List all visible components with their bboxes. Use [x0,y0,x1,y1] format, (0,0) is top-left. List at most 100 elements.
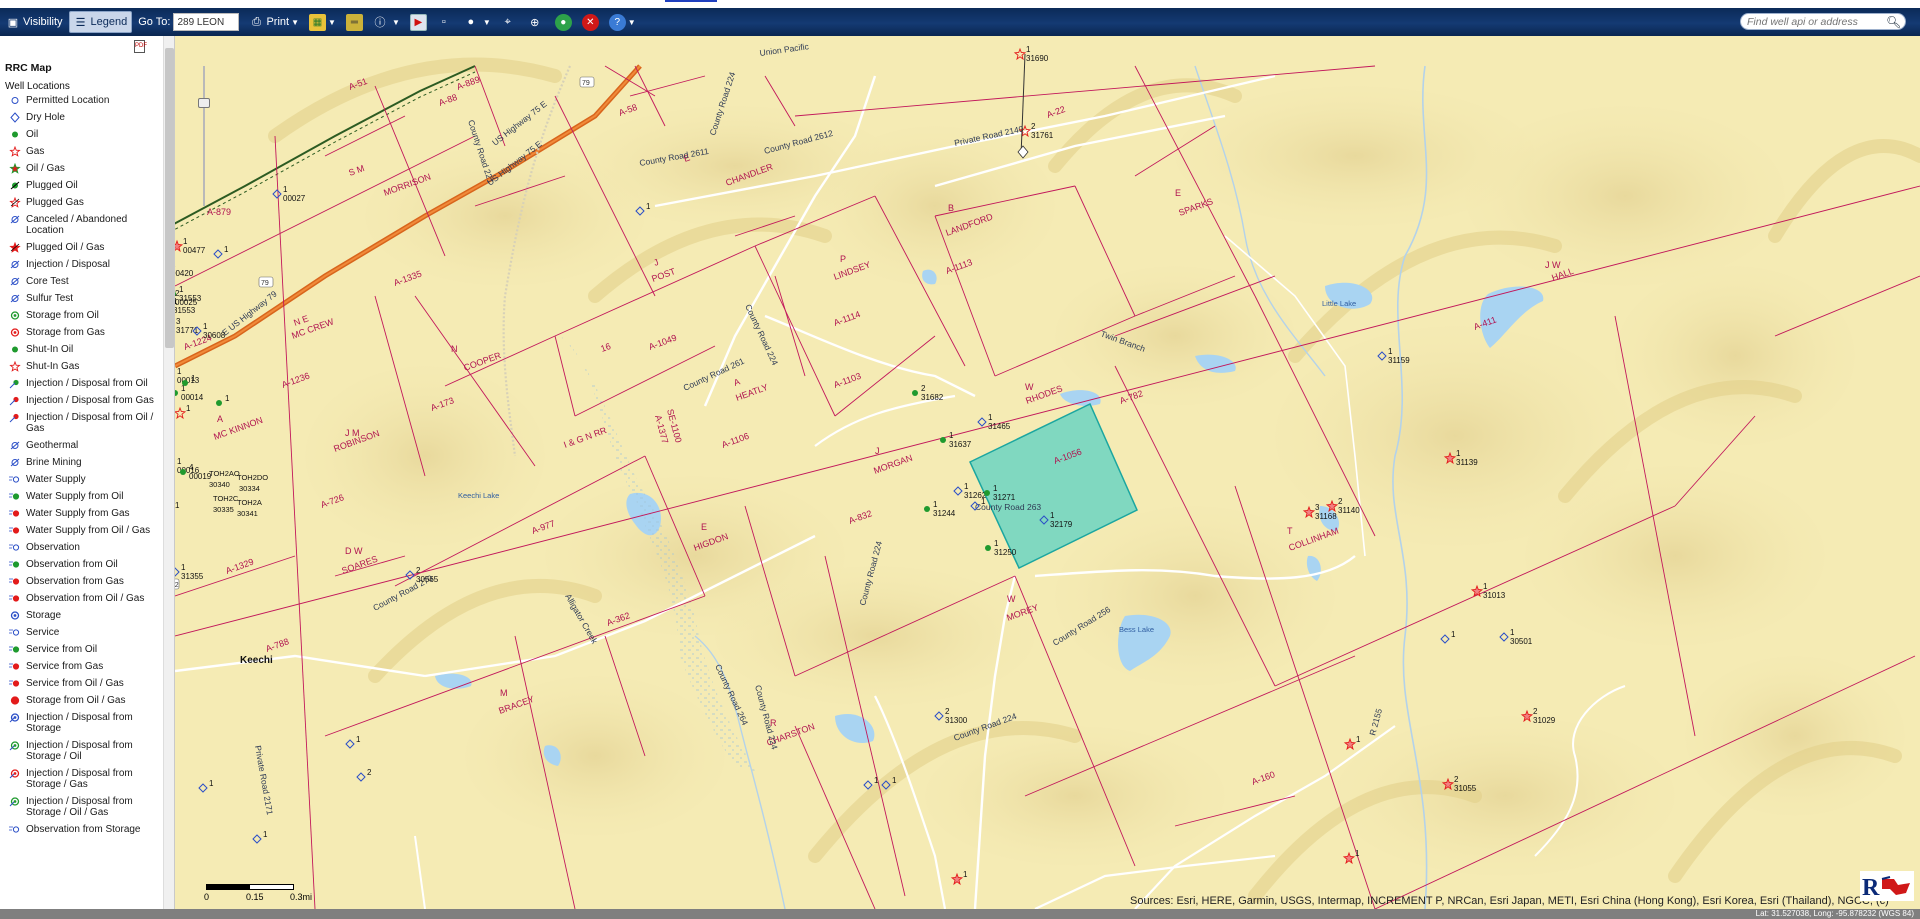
legend-item: Water Supply from Oil / Gas [4,525,160,536]
map-view[interactable]: A-51 A-889 A-88 A-58 A-22 S M MORRISON E CHANDLE… [175,36,1920,909]
service-red-green-icon [4,678,26,689]
scale-bar-graphic [206,884,294,890]
well-number: 1 [263,830,268,839]
ruler-icon: ═ [345,13,363,31]
legend-scroll-thumb[interactable] [165,48,174,348]
visibility-button[interactable]: ▣ Visibility [2,11,67,33]
well-number: 1 [1483,582,1488,591]
legend-item: Water Supply from Oil [4,491,160,502]
well-api: 31250 [994,548,1017,557]
toh-label: 30334 [239,484,260,493]
well-number: 2 [367,768,372,777]
caret-down-icon: ▼ [328,17,336,27]
brine-blue-icon [4,457,26,468]
legend-item: Injection / Disposal from Gas [4,395,160,406]
legend-item: Injection / Disposal from Oil / Gas [4,412,160,434]
well-api: 31690 [1026,54,1049,63]
legend-item: Dry Hole [4,112,160,123]
water-label: Bess Lake [1119,625,1154,634]
survey-label: A-879 [207,207,231,217]
well-number: 1 [892,776,897,785]
ring-red-arrow-icon [4,768,26,779]
zoom-knob[interactable] [198,98,210,108]
well-number: 1 [177,367,182,376]
survey-label: P [840,254,846,264]
fullscreen-button[interactable]: ⌖ [497,11,522,33]
well-api: 31682 [921,393,944,402]
measure-button[interactable]: ═ [342,11,367,33]
well-api: 00420 [175,269,194,278]
rrc-logo: R [1860,871,1914,901]
dot-green-slash-icon [4,180,26,191]
go-button[interactable]: ● [551,11,576,33]
zoom-track [203,66,205,206]
map-canvas[interactable]: A-51 A-889A-88A-58 A-22S MMORRISONECHANDLE… [175,36,1920,909]
legend-item: Sulfur Test [4,293,160,304]
legend-item: Plugged Oil [4,180,160,191]
zoom-slider[interactable] [197,66,211,206]
survey-label: J [875,446,880,456]
identify-button[interactable]: ⊕ [524,11,549,33]
toh-label: 30341 [237,509,258,518]
well-number: 1 [1050,511,1055,520]
well-api: 31055 [1454,784,1477,793]
oil-well-icon [940,437,946,443]
well-number: 3 [176,317,181,326]
well-api: 32179 [1050,520,1073,529]
toh-label: TOH2C [213,494,239,503]
oil-well-icon [924,506,930,512]
locate-button[interactable]: ● ▼ [460,11,495,33]
star-red-icon [4,146,26,157]
basemap-button[interactable]: ▦ ▼ [305,11,340,33]
legend-item: Storage from Oil / Gas [4,695,160,706]
cursor-coordinates: Lat: 31.527038, Long: -95.878232 (WGS 84… [1755,909,1914,918]
well-api: 31159 [1388,356,1410,365]
red-x-icon: ✕ [581,13,599,31]
search-icon[interactable]: 🔍︎ [1886,15,1901,29]
oil-well-icon [180,469,186,475]
legend-list: Permitted Location Dry Hole Oil Gas Oil / Ga… [4,95,160,841]
legend-item-label: Core Test [26,276,69,287]
well-api: 31761 [1031,131,1054,140]
info-icon: ⓘ [374,17,386,29]
caret-down-icon: ▼ [291,17,300,27]
legend-subtitle: Well Locations [5,81,70,92]
well-number: 1 [203,322,208,331]
legend-item-label: Oil [26,129,39,140]
help-button[interactable]: ? ▼ [605,11,640,33]
well-api: 00014 [181,393,204,402]
legend-item: Injection / Disposal from Oil [4,378,160,389]
legend-button[interactable]: ☰ Legend [68,11,133,33]
ring-red-icon [4,327,26,338]
hill-shade [305,366,545,546]
well-number: 1 [874,776,879,785]
well-number: 1 [209,779,214,788]
clear-button[interactable]: ✕ [578,11,603,33]
survey-label: E [1175,188,1181,198]
play-button[interactable]: ▶ [406,11,431,33]
goto-input[interactable] [173,13,240,31]
scale-zero: 0 [204,892,210,902]
obs-red-icon [4,576,26,587]
legend-item-label: Service from Oil [26,644,98,655]
water-green-icon [4,491,26,502]
hill-shade [1055,266,1295,406]
search-input[interactable] [1747,15,1884,28]
search-box[interactable]: 🔍︎ [1740,13,1906,30]
print-button[interactable]: ⎙ Print ▼ [245,11,303,33]
info-button[interactable]: ⓘ ▼ [369,11,404,33]
top-link[interactable] [665,0,717,2]
ring-red-green-arrow-icon [4,796,26,807]
select-button[interactable]: ▫ [433,11,458,33]
well-number: 2 [945,707,950,716]
legend-item-label: Oil / Gas [26,163,65,174]
well-api: 30501 [1510,637,1533,646]
location-pin-icon: ● [467,16,475,28]
legend-scrollbar[interactable] [163,36,174,909]
legend-item-label: Observation from Oil / Gas [26,593,145,604]
pdf-export-icon[interactable]: PDF [134,40,147,53]
survey-label: B [948,203,954,213]
well-api: 31300 [945,716,968,725]
legend-item: Service from Gas [4,661,160,672]
well-number: 1 [963,870,968,879]
